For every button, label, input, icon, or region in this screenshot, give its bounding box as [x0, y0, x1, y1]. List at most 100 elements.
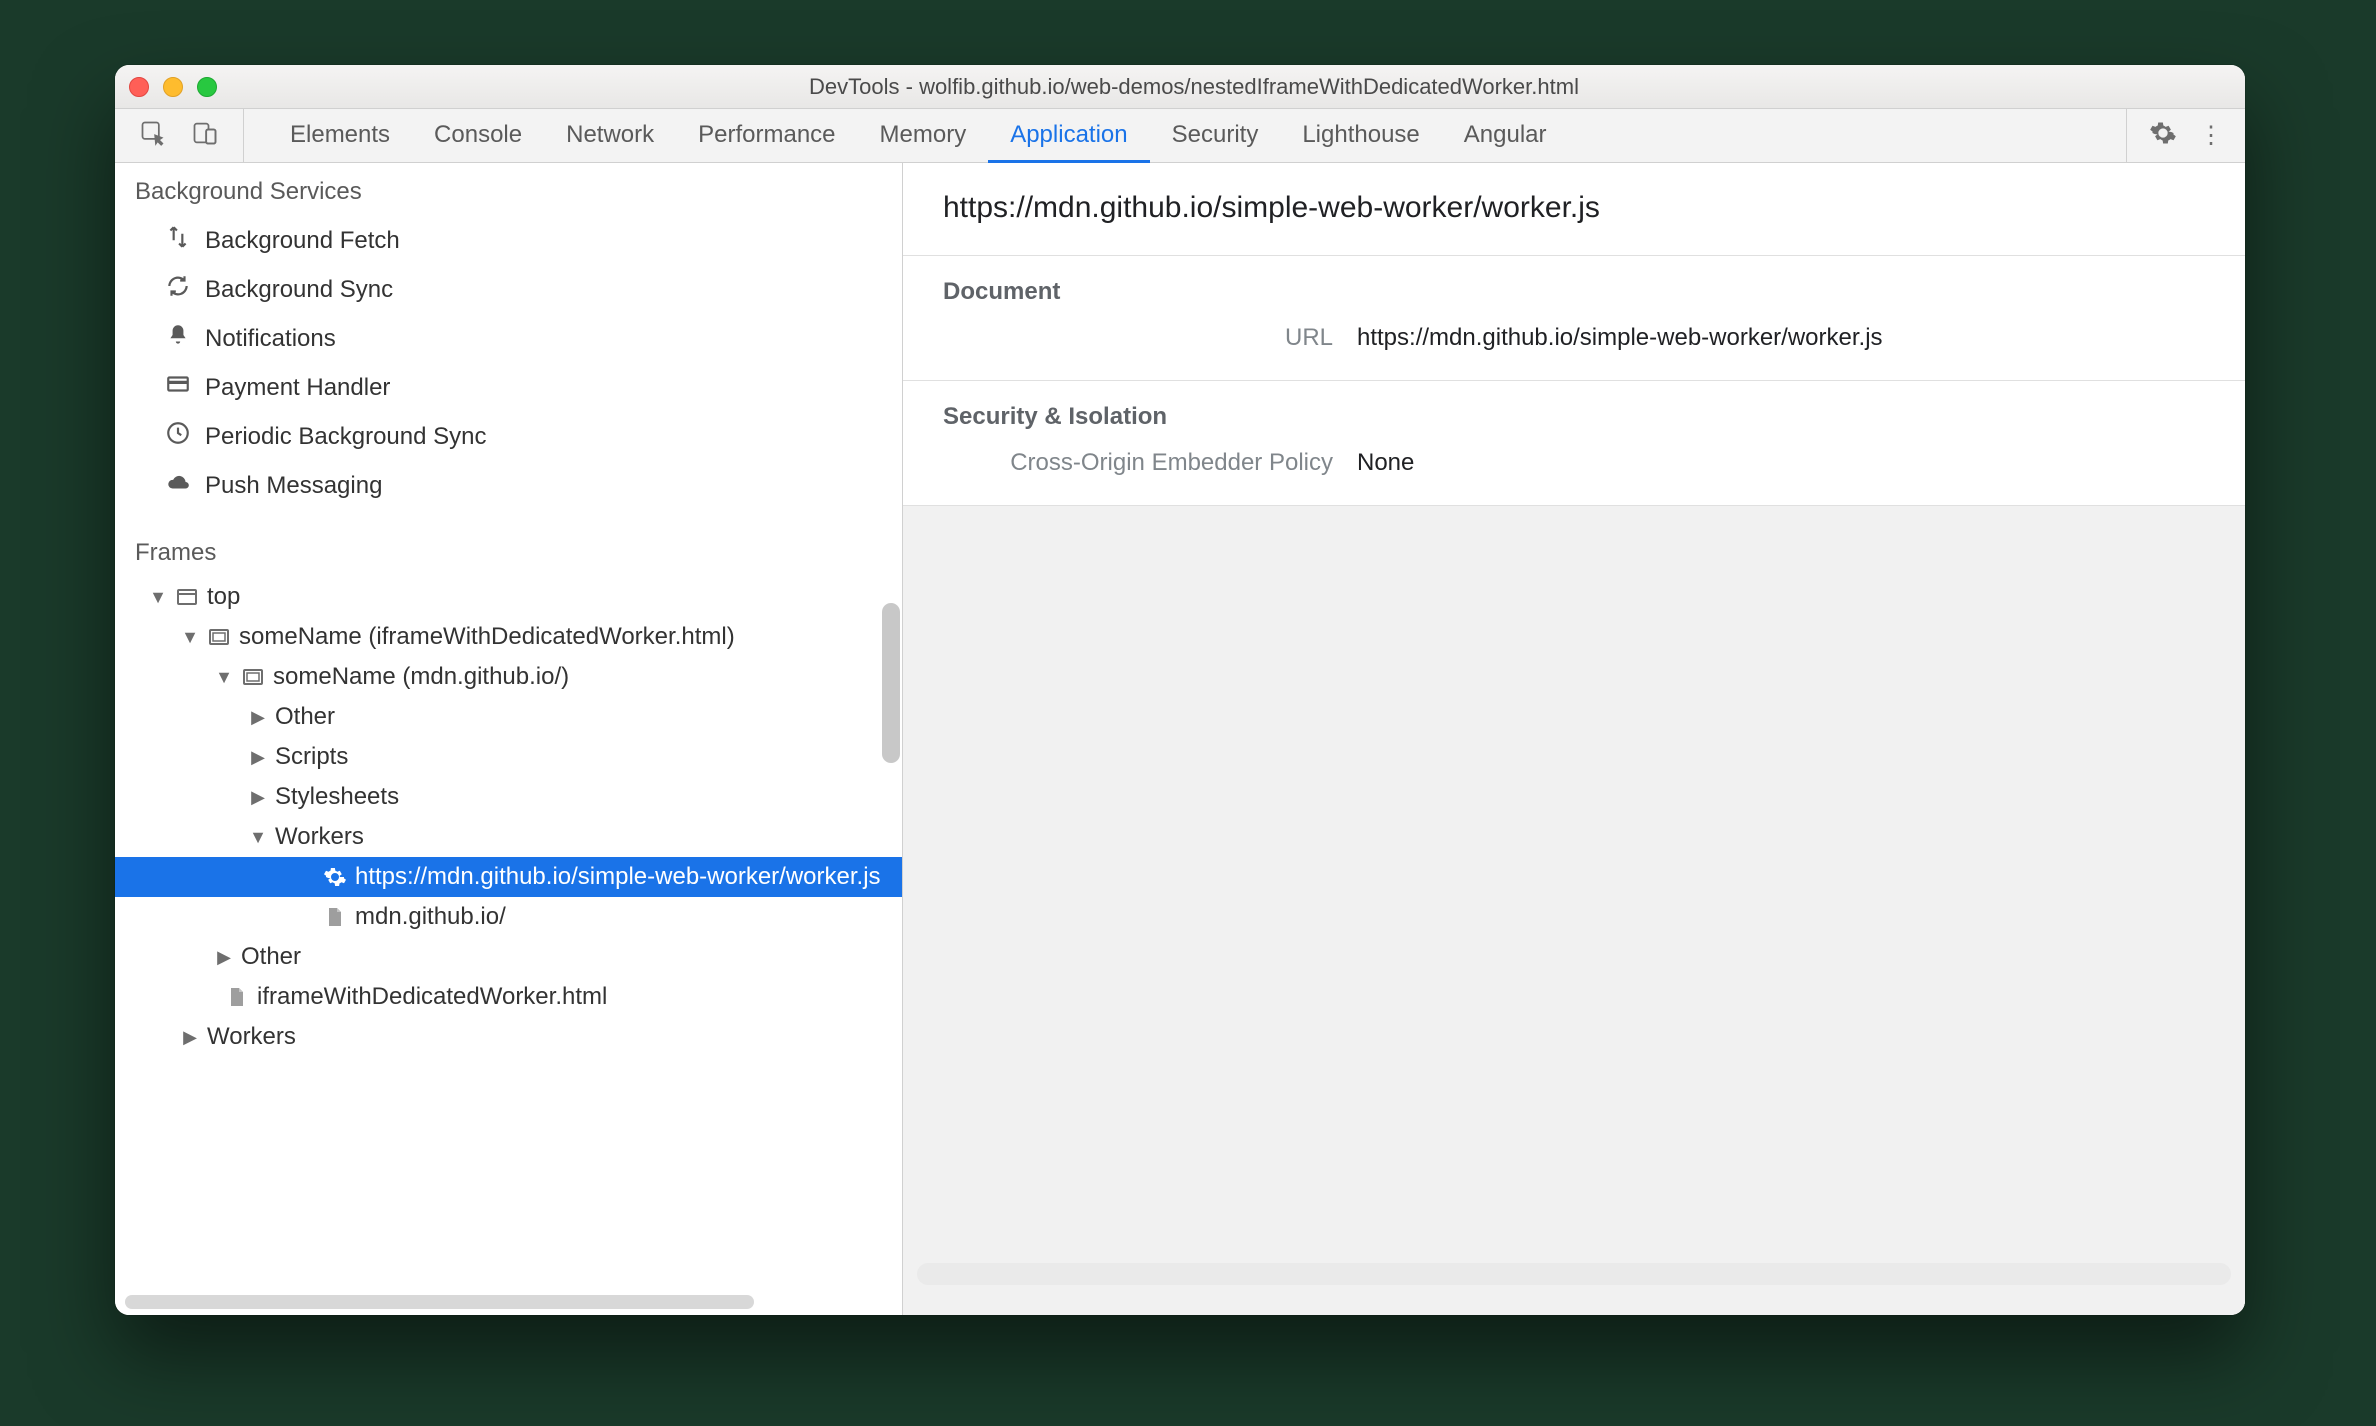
tab-console[interactable]: Console	[412, 110, 544, 163]
tree-workers[interactable]: ▼ Workers	[115, 817, 902, 857]
tab-memory[interactable]: Memory	[858, 110, 989, 163]
tree-other2[interactable]: ▶ Other	[115, 937, 902, 977]
vertical-scrollbar-thumb[interactable]	[882, 603, 900, 763]
svc-background-fetch[interactable]: Background Fetch	[115, 216, 902, 265]
sidebar: Background Services Background Fetch Bac…	[115, 163, 903, 1315]
tree-mdn-root[interactable]: mdn.github.io/	[115, 897, 902, 937]
tree-label: someName (mdn.github.io/)	[273, 663, 569, 691]
section-frames: Frames	[115, 524, 902, 577]
tree-label: Scripts	[275, 743, 348, 771]
document-url-row: URL https://mdn.github.io/simple-web-wor…	[943, 324, 2205, 352]
updown-icon	[165, 224, 191, 257]
svc-label: Background Fetch	[205, 227, 400, 255]
frame-icon	[241, 665, 265, 689]
card-icon	[165, 371, 191, 404]
coep-label: Cross-Origin Embedder Policy	[943, 449, 1333, 477]
caret-right-icon: ▶	[249, 787, 267, 808]
svc-label: Push Messaging	[205, 472, 382, 500]
sync-icon	[165, 273, 191, 306]
main-horizontal-scrollbar[interactable]	[917, 1263, 2231, 1285]
tree-scripts[interactable]: ▶ Scripts	[115, 737, 902, 777]
document-section: Document URL https://mdn.github.io/simpl…	[903, 256, 2245, 381]
tree-iframe-file[interactable]: iframeWithDedicatedWorker.html	[115, 977, 902, 1017]
caret-right-icon: ▶	[181, 1027, 199, 1048]
file-icon	[323, 905, 347, 929]
caret-right-icon: ▶	[215, 947, 233, 968]
tab-lighthouse[interactable]: Lighthouse	[1280, 110, 1441, 163]
tree-other1[interactable]: ▶ Other	[115, 697, 902, 737]
url-label: URL	[943, 324, 1333, 352]
svc-background-sync[interactable]: Background Sync	[115, 265, 902, 314]
frames-tree: ▼ top ▼ someName (iframeWithDedicatedWor…	[115, 577, 902, 1077]
close-window-button[interactable]	[129, 77, 149, 97]
tree-label: iframeWithDedicatedWorker.html	[257, 983, 607, 1011]
inspect-element-icon[interactable]	[139, 119, 167, 152]
tabstrip: Elements Console Network Performance Mem…	[115, 109, 2245, 163]
worker-title: https://mdn.github.io/simple-web-worker/…	[903, 163, 2245, 256]
svc-label: Notifications	[205, 325, 336, 353]
svc-label: Payment Handler	[205, 374, 390, 402]
tree-iframe1[interactable]: ▼ someName (iframeWithDedicatedWorker.ht…	[115, 617, 902, 657]
tree-stylesheets[interactable]: ▶ Stylesheets	[115, 777, 902, 817]
settings-icon[interactable]	[2149, 119, 2177, 152]
clock-icon	[165, 420, 191, 453]
frame-icon	[207, 625, 231, 649]
tree-label: Workers	[275, 823, 364, 851]
main-panel: https://mdn.github.io/simple-web-worker/…	[903, 163, 2245, 1315]
svc-push-messaging[interactable]: Push Messaging	[115, 461, 902, 510]
coep-row: Cross-Origin Embedder Policy None	[943, 449, 2205, 477]
tree-iframe2[interactable]: ▼ someName (mdn.github.io/)	[115, 657, 902, 697]
toolbar-right: ⋮	[2126, 109, 2245, 162]
tab-application[interactable]: Application	[988, 110, 1149, 163]
file-icon	[225, 985, 249, 1009]
cloud-icon	[165, 469, 191, 502]
tree-workers2[interactable]: ▶ Workers	[115, 1017, 902, 1057]
window-title: DevTools - wolfib.github.io/web-demos/ne…	[157, 74, 2231, 100]
url-value: https://mdn.github.io/simple-web-worker/…	[1357, 324, 1883, 352]
section-heading: Security & Isolation	[943, 403, 2205, 431]
tab-elements[interactable]: Elements	[268, 110, 412, 163]
section-background-services: Background Services	[115, 163, 902, 216]
panel-tabs: Elements Console Network Performance Mem…	[244, 109, 2126, 162]
tree-label: Stylesheets	[275, 783, 399, 811]
svc-payment-handler[interactable]: Payment Handler	[115, 363, 902, 412]
tree-label: Other	[275, 703, 335, 731]
svc-label: Periodic Background Sync	[205, 423, 486, 451]
tree-label: mdn.github.io/	[355, 903, 506, 931]
device-toolbar-icon[interactable]	[191, 119, 219, 152]
coep-value: None	[1357, 449, 1414, 477]
caret-right-icon: ▶	[249, 747, 267, 768]
caret-down-icon: ▼	[215, 667, 233, 688]
devtools-window: DevTools - wolfib.github.io/web-demos/ne…	[115, 65, 2245, 1315]
tree-worker-js[interactable]: https://mdn.github.io/simple-web-worker/…	[115, 857, 902, 897]
caret-down-icon: ▼	[149, 587, 167, 608]
content-area: Background Services Background Fetch Bac…	[115, 163, 2245, 1315]
caret-right-icon: ▶	[249, 707, 267, 728]
empty-area	[903, 506, 2245, 1315]
tab-network[interactable]: Network	[544, 110, 676, 163]
tab-angular[interactable]: Angular	[1442, 110, 1569, 163]
caret-down-icon: ▼	[249, 827, 267, 848]
caret-down-icon: ▼	[181, 627, 199, 648]
svc-periodic-sync[interactable]: Periodic Background Sync	[115, 412, 902, 461]
tree-label: Other	[241, 943, 301, 971]
tree-label: someName (iframeWithDedicatedWorker.html…	[239, 623, 735, 651]
inspect-tools	[115, 109, 244, 162]
tree-label: Workers	[207, 1023, 296, 1051]
sidebar-horizontal-scrollbar[interactable]	[125, 1295, 892, 1309]
titlebar: DevTools - wolfib.github.io/web-demos/ne…	[115, 65, 2245, 109]
svc-label: Background Sync	[205, 276, 393, 304]
more-options-icon[interactable]: ⋮	[2199, 124, 2223, 148]
security-section: Security & Isolation Cross-Origin Embedd…	[903, 381, 2245, 506]
tree-top[interactable]: ▼ top	[115, 577, 902, 617]
scrollbar-thumb[interactable]	[125, 1295, 754, 1309]
gear-icon	[323, 865, 347, 889]
window-icon	[175, 585, 199, 609]
tab-security[interactable]: Security	[1150, 110, 1281, 163]
svc-notifications[interactable]: Notifications	[115, 314, 902, 363]
tree-label: https://mdn.github.io/simple-web-worker/…	[355, 863, 881, 891]
bell-icon	[165, 322, 191, 355]
tree-label: top	[207, 583, 240, 611]
section-heading: Document	[943, 278, 2205, 306]
tab-performance[interactable]: Performance	[676, 110, 857, 163]
